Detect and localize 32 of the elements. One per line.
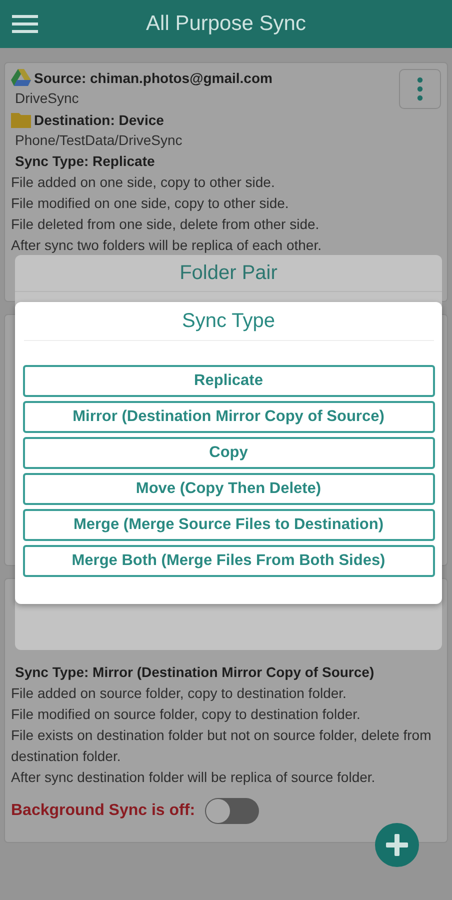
dialog-title: Folder Pair (15, 255, 442, 292)
sync-description: After sync two folders will be replica of each other. (11, 236, 322, 255)
background-sync-switch[interactable] (205, 798, 260, 824)
drive-icon (11, 69, 31, 86)
dialog-title: Sync Type (24, 302, 434, 341)
more-icon (417, 77, 423, 101)
destination-label: Destination: Device (34, 112, 164, 128)
sync-description: File modified on one side, copy to other side. (11, 194, 289, 213)
sync-description: File added on one side, copy to other side. (11, 173, 275, 192)
app-title: All Purpose Sync (145, 12, 307, 36)
sync-type-option[interactable]: Move (Copy Then Delete) (22, 473, 434, 505)
folder-icon (11, 112, 31, 128)
destination-folder: Phone/TestData/DriveSync (14, 131, 182, 150)
sync-type-option[interactable]: Replicate (22, 365, 434, 397)
sync-type-label: Sync Type: Replicate (14, 152, 155, 171)
sync-description: After sync destination folder will be replica of source folder. (11, 768, 376, 787)
sync-description: File exists on destination folder but not on source folder, delete from destination folder. (11, 726, 432, 766)
sync-type-option[interactable]: Merge Both (Merge Files From Both Sides) (22, 545, 434, 577)
sync-type-label: Sync Type: Mirror (Destination Mirror Copy of Source) (14, 663, 374, 682)
sync-type-option[interactable]: Mirror (Destination Mirror Copy of Source) (22, 401, 434, 433)
plus-icon (386, 834, 408, 856)
sync-description: File modified on source folder, copy to destination folder. (11, 705, 360, 724)
background-sync-label: Background Sync is off: (11, 802, 196, 820)
more-button[interactable] (399, 69, 441, 109)
sync-description: File added on source folder, copy to destination folder. (11, 684, 346, 703)
source-label: Source: chiman.photos@gmail.com (34, 70, 272, 86)
sync-description: File deleted from one side, delete from other side. (11, 215, 320, 234)
source-folder: DriveSync (14, 89, 79, 108)
add-button[interactable] (375, 823, 419, 867)
sync-type-option[interactable]: Merge (Merge Source Files to Destination) (22, 509, 434, 541)
sync-type-option[interactable]: Copy (22, 437, 434, 469)
menu-icon[interactable] (12, 14, 38, 34)
